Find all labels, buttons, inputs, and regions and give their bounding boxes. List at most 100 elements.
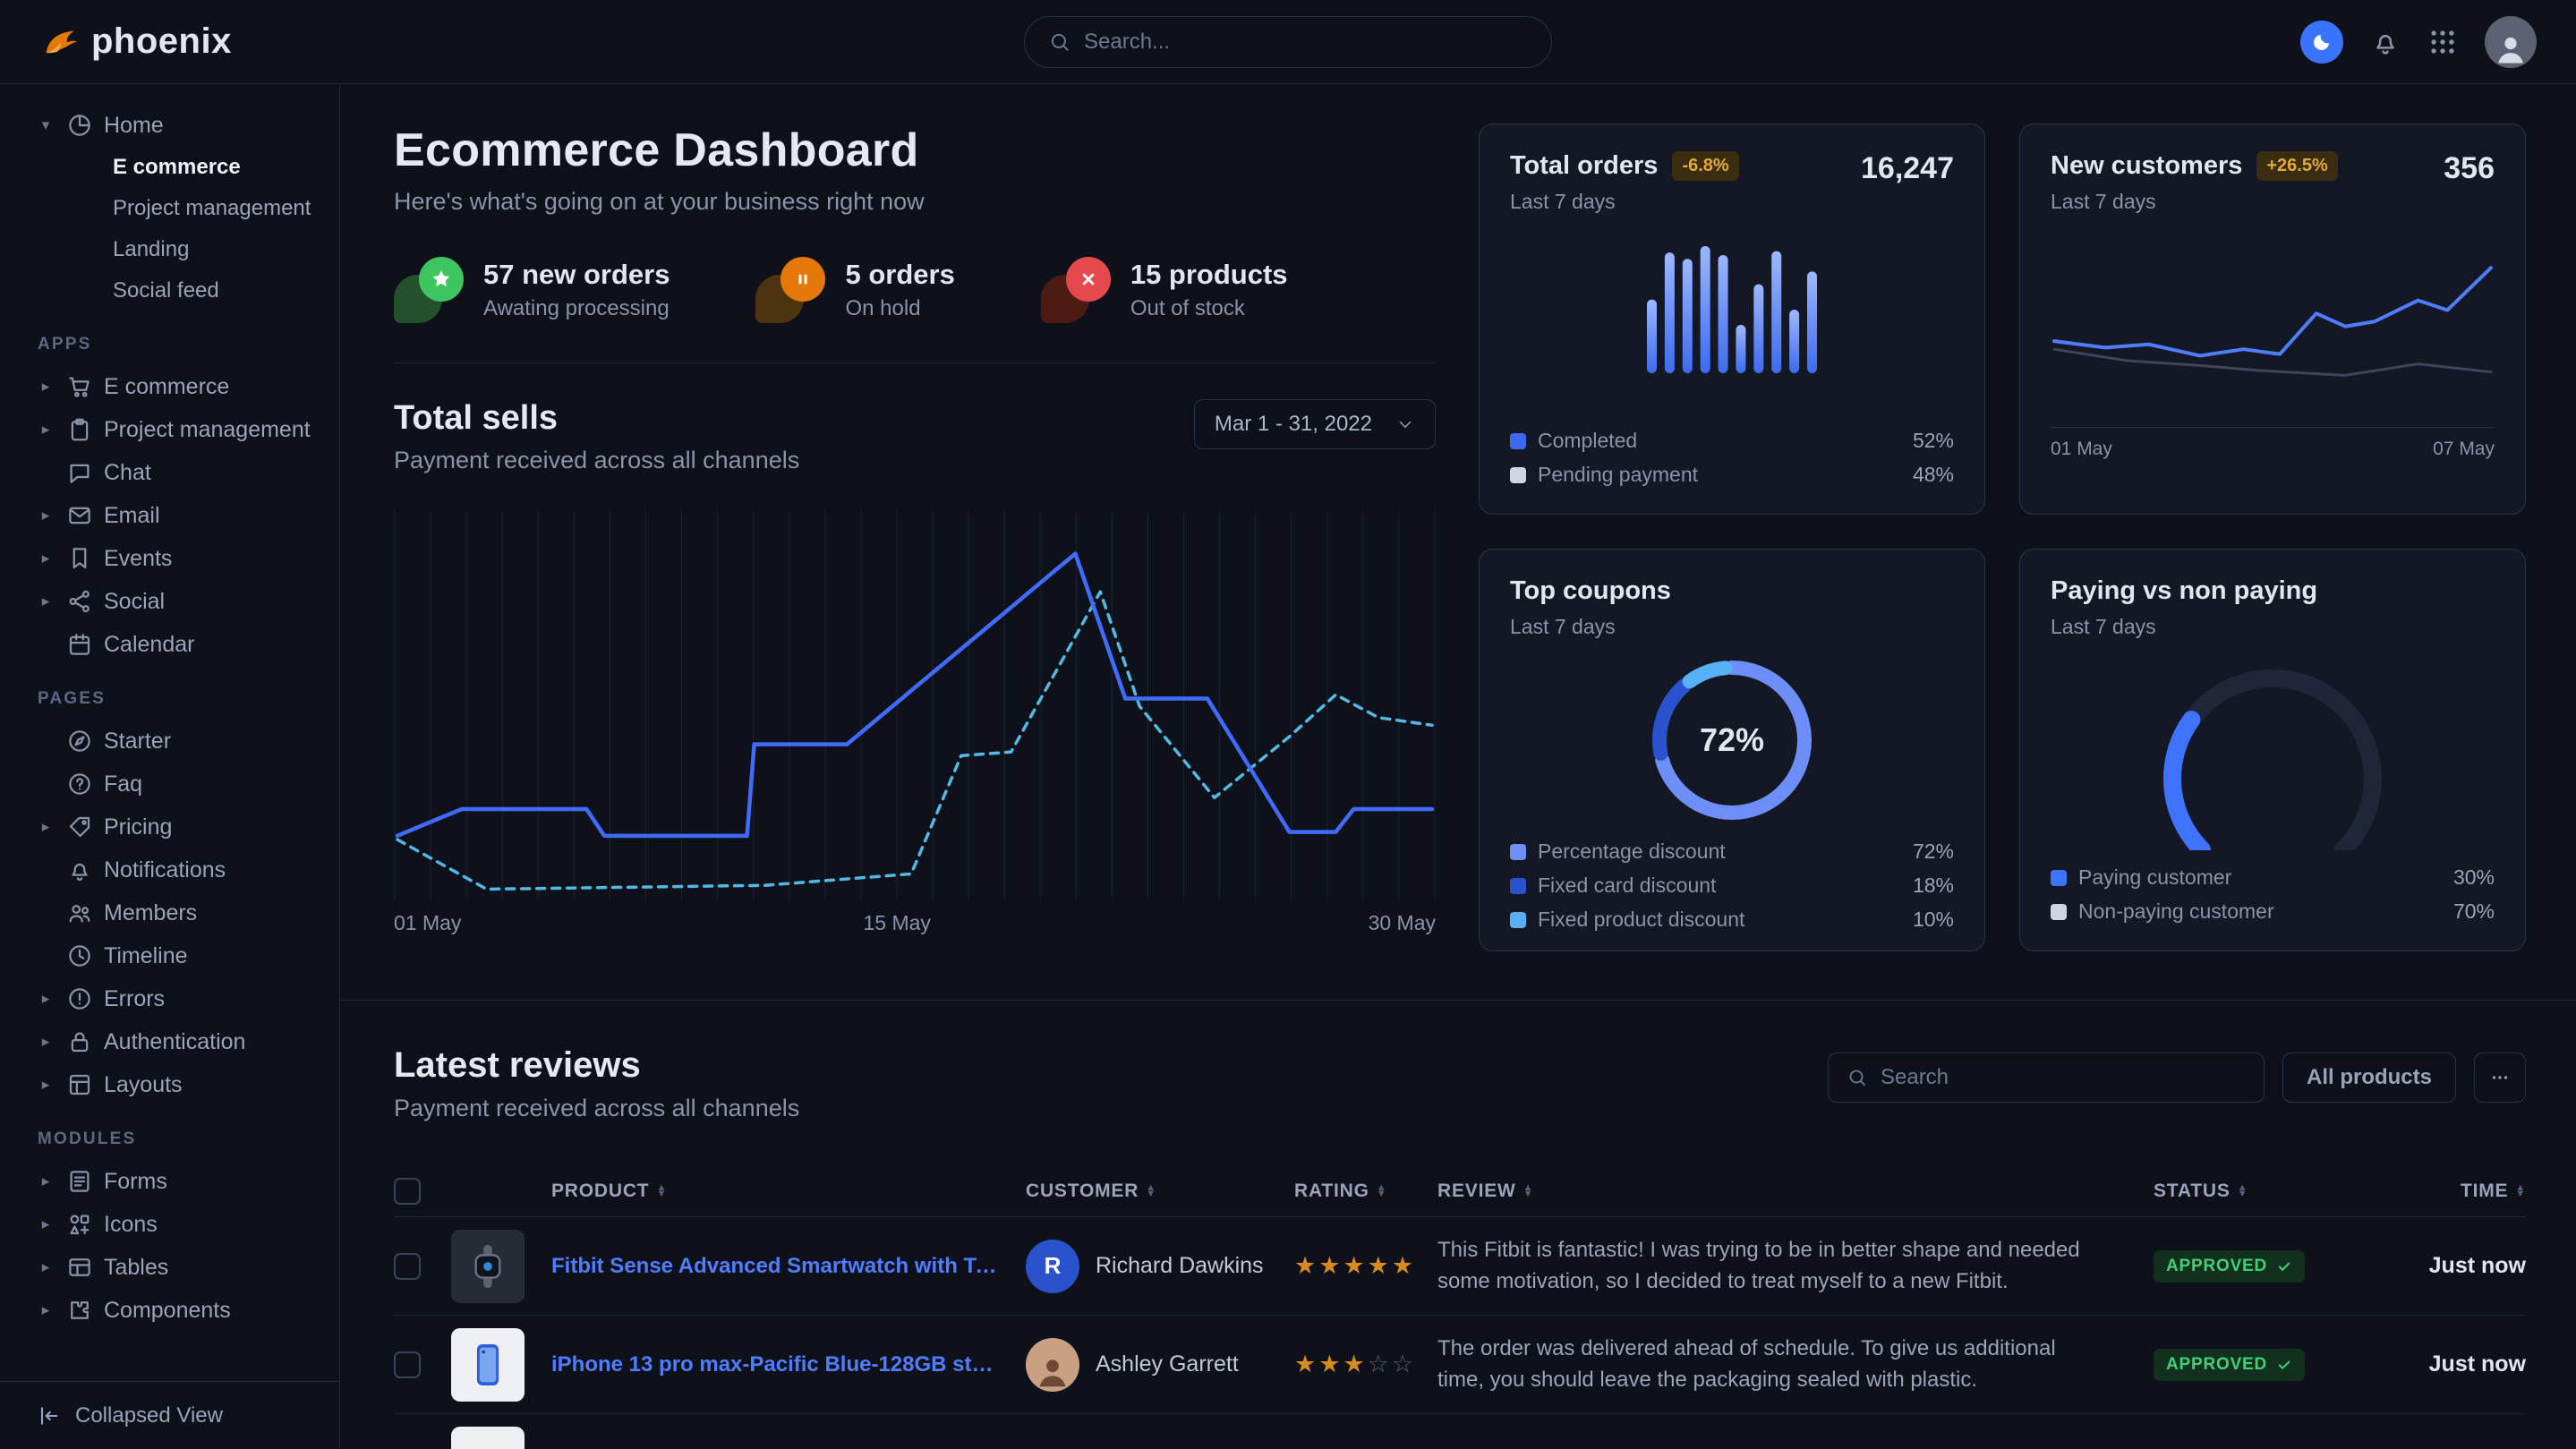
total-sells-chart [394,508,1436,902]
puzzle-icon [66,1297,93,1324]
row-checkbox[interactable] [394,1253,421,1280]
sidebar-item-errors[interactable]: ▸Errors [0,977,339,1020]
sidebar-item-layouts[interactable]: ▸Layouts [0,1063,339,1106]
column-header-status[interactable]: STATUS▲▼ [2154,1181,2370,1202]
legend-swatch [2051,870,2067,886]
caret-right-icon: ▸ [36,1215,55,1233]
caret-right-icon: ▸ [36,421,55,439]
total-sells-subtitle: Payment received across all channels [394,447,799,474]
apps-grid-icon[interactable] [2427,27,2458,57]
collapse-sidebar-button[interactable]: Collapsed View [0,1381,339,1449]
legend-value: 70% [2453,899,2495,924]
kpi-cards: Total orders -6.8% Last 7 days 16,247 Co… [1479,124,2526,951]
sidebar: ▾ Home E commerce Project management Lan… [0,84,340,1449]
users-icon [66,899,93,926]
legend-swatch [1510,467,1526,483]
global-search-input[interactable] [1084,30,1528,55]
global-search[interactable] [1024,16,1552,68]
dashboard-left-column: Ecommerce Dashboard Here's what's going … [394,124,1436,951]
review-text: This Fitbit is fantastic! I was trying t… [1437,1235,2154,1298]
sidebar-item-app-ecommerce[interactable]: ▸E commerce [0,365,339,408]
sidebar-item-label: Email [104,503,160,529]
column-header-review[interactable]: REVIEW▲▼ [1437,1181,2154,1202]
sidebar-item-label: Notifications [104,857,226,883]
legend-value: 48% [1913,463,1954,487]
sidebar-item-forms[interactable]: ▸Forms [0,1160,339,1203]
share-icon [66,588,93,615]
calendar-icon [66,631,93,658]
column-header-rating[interactable]: RATING▲▼ [1294,1181,1437,1202]
x-tick: 30 May [1369,911,1436,935]
date-range-select[interactable]: Mar 1 - 31, 2022 [1194,399,1436,449]
search-icon [1048,30,1071,54]
brand-logo[interactable]: phoenix [39,21,232,62]
collapse-icon [36,1403,61,1428]
legend-swatch [1510,878,1526,894]
card-title: New customers [2051,151,2242,181]
sidebar-item-tables[interactable]: ▸Tables [0,1246,339,1289]
layout-icon [66,1071,93,1098]
sidebar-item-timeline[interactable]: Timeline [0,934,339,977]
stat-value: 15 products [1130,259,1288,291]
sidebar-item-pricing[interactable]: ▸Pricing [0,805,339,848]
user-avatar[interactable] [2485,16,2537,68]
all-products-button[interactable]: All products [2282,1053,2456,1103]
reviews-title: Latest reviews [394,1045,799,1086]
row-checkbox[interactable] [394,1351,421,1378]
sidebar-item-chat[interactable]: Chat [0,451,339,494]
sidebar-item-label: Pricing [104,814,172,840]
check-icon [2276,1258,2292,1274]
reviews-search[interactable] [1828,1053,2265,1103]
top-navbar: phoenix [0,0,2576,84]
warning-icon [66,985,93,1012]
more-options-button[interactable] [2474,1053,2526,1103]
chat-icon [66,459,93,486]
sidebar-item-ecommerce-dashboard[interactable]: E commerce [0,147,339,188]
trend-badge: -6.8% [1672,151,1738,181]
theme-toggle[interactable] [2300,21,2343,64]
product-link[interactable]: Fitbit Sense Advanced Smartwatch with To… [551,1254,1026,1279]
sidebar-item-label: Chat [104,460,151,486]
reviews-search-input[interactable] [1881,1065,2246,1090]
stat-value: 5 orders [845,259,954,291]
sidebar-item-home[interactable]: ▾ Home [0,104,339,147]
bookmark-icon [66,545,93,572]
legend-label: Fixed card discount [1538,874,1716,898]
sidebar-item-social[interactable]: ▸Social [0,580,339,623]
top-coupons-donut-chart: 72% [1652,661,1812,820]
product-link[interactable]: iPhone 13 pro max-Pacific Blue-128GB sto… [551,1352,1026,1377]
sidebar-item-email[interactable]: ▸Email [0,494,339,537]
product-image[interactable] [451,1427,525,1449]
sidebar-item-calendar[interactable]: Calendar [0,623,339,666]
sidebar-item-project-management-dashboard[interactable]: Project management [0,188,339,229]
sidebar-item-starter[interactable]: Starter [0,720,339,763]
sidebar-item-app-project-management[interactable]: ▸Project management [0,408,339,451]
bell-icon [66,857,93,883]
legend-item: Completed 52% [1510,429,1954,453]
sidebar-item-social-feed[interactable]: Social feed [0,270,339,311]
sidebar-item-label: Home [104,113,164,139]
person-icon [1032,1351,1073,1392]
caret-down-icon: ▾ [36,116,55,134]
product-image-smartwatch[interactable] [451,1230,525,1303]
column-header-customer[interactable]: CUSTOMER▲▼ [1026,1181,1294,1202]
sidebar-item-notifications[interactable]: Notifications [0,848,339,891]
product-image-iphone[interactable] [451,1328,525,1402]
select-all-checkbox[interactable] [394,1178,421,1205]
sidebar-item-members[interactable]: Members [0,891,339,934]
sidebar-item-faq[interactable]: Faq [0,763,339,805]
notifications-bell-icon[interactable] [2370,27,2401,57]
column-header-time[interactable]: TIME▲▼ [2370,1181,2526,1202]
sidebar-item-label: Components [104,1298,231,1324]
caret-right-icon: ▸ [36,1172,55,1190]
leg-swatch [2051,904,2067,920]
review-time: Just now [2370,1253,2526,1279]
form-icon [66,1168,93,1195]
sidebar-item-landing[interactable]: Landing [0,229,339,270]
legend-label: Fixed product discount [1538,908,1744,932]
sidebar-item-authentication[interactable]: ▸Authentication [0,1020,339,1063]
sidebar-item-events[interactable]: ▸Events [0,537,339,580]
column-header-product[interactable]: PRODUCT▲▼ [551,1181,1026,1202]
sidebar-item-icons[interactable]: ▸Icons [0,1203,339,1246]
sidebar-item-components[interactable]: ▸Components [0,1289,339,1332]
